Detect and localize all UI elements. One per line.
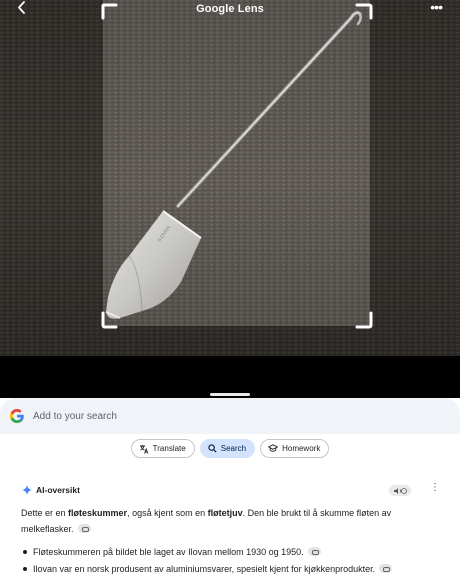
citation-link-icon[interactable]	[307, 547, 321, 556]
ai-overview-body: Dette er en fløteskummer, også kjent som…	[21, 505, 441, 575]
ai-overview-bullets: Fløteskummeren på bildet ble laget av Il…	[21, 544, 441, 575]
ai-overview-title: AI-oversikt	[36, 485, 80, 495]
search-placeholder: Add to your search	[33, 411, 117, 422]
ai-overview-intro: Dette er en fløteskummer, også kjent som…	[21, 505, 441, 537]
sheet-drag-handle[interactable]	[210, 393, 250, 396]
speaker-icon	[394, 487, 407, 494]
ai-overview-header: AI-oversikt	[22, 485, 80, 495]
translate-icon	[139, 444, 148, 454]
intro-term-2: fløtetjuv	[207, 508, 243, 518]
search-icon	[208, 444, 217, 453]
lens-top-bar: Google Lens •••	[0, 0, 460, 24]
ai-overview-card: AI-oversikt ⋮ Dette er en fløteskummer, …	[9, 474, 451, 575]
bullet-text: Ilovan var en norsk produsent av alumini…	[33, 564, 376, 574]
results-sheet: Add to your search Translate Search Home…	[0, 398, 460, 575]
intro-text-1: Dette er en	[21, 508, 69, 518]
school-icon	[268, 444, 279, 452]
google-logo-icon	[10, 409, 24, 423]
bullet-text: Fløteskummeren på bildet ble laget av Il…	[33, 547, 304, 557]
camera-viewer: ILOVAN Google Lens •••	[0, 0, 460, 398]
citation-link-icon[interactable]	[379, 564, 393, 573]
app-title: Google Lens	[196, 3, 264, 15]
mode-chips: Translate Search Homework	[0, 439, 460, 459]
more-options-button[interactable]: •••	[430, 0, 443, 15]
lens-photo: ILOVAN	[0, 0, 460, 356]
listen-button[interactable]	[389, 485, 411, 496]
citation-link-icon[interactable]	[77, 524, 91, 533]
homework-chip[interactable]: Homework	[260, 439, 330, 458]
more-horizontal-icon: •••	[430, 0, 443, 15]
intro-text-2: , også kjent som en	[127, 508, 208, 518]
homework-chip-label: Homework	[282, 444, 321, 453]
list-item: Ilovan var en norsk produsent av alumini…	[21, 561, 441, 575]
add-to-search-bar[interactable]: Add to your search	[0, 398, 460, 434]
search-chip[interactable]: Search	[199, 439, 256, 458]
list-item: Fløteskummeren på bildet ble laget av Il…	[21, 544, 441, 560]
translate-chip[interactable]: Translate	[130, 439, 195, 458]
sparkle-icon	[22, 485, 32, 495]
more-vertical-icon: ⋮	[430, 482, 440, 493]
intro-term-1: fløteskummer	[68, 508, 128, 518]
ai-overview-menu-button[interactable]: ⋮	[430, 483, 440, 493]
search-chip-label: Search	[220, 444, 247, 453]
translate-chip-label: Translate	[152, 444, 186, 453]
